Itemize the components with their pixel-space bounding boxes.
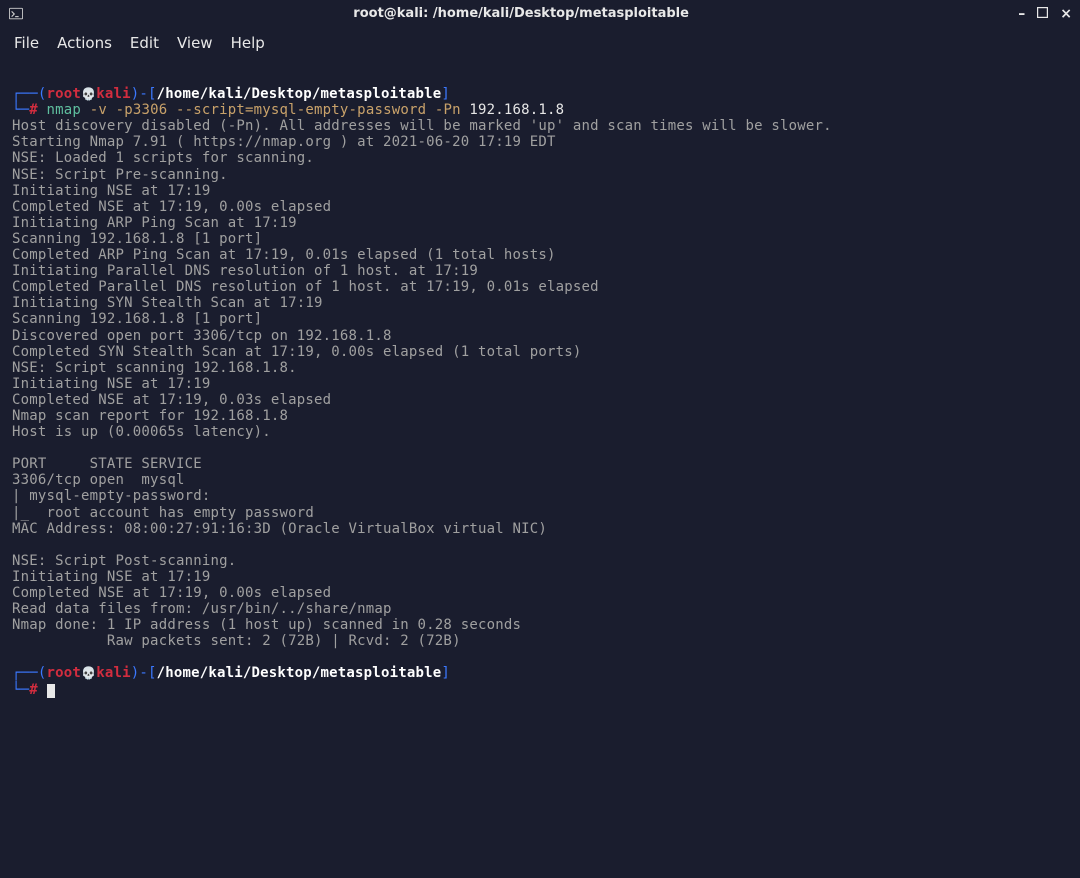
output-line: NSE: Script Pre-scanning. xyxy=(12,167,228,183)
prompt-host: kali xyxy=(96,665,131,681)
prompt-path: /home/kali/Desktop/metasploitable xyxy=(157,86,442,102)
output-line: Read data files from: /usr/bin/../share/… xyxy=(12,601,392,617)
prompt-corner-bottom: └─ xyxy=(12,682,29,698)
menu-file[interactable]: File xyxy=(14,35,39,52)
cmd-args: -v -p3306 xyxy=(81,102,176,118)
prompt-corner-bottom: └─ xyxy=(12,102,29,118)
output-line: MAC Address: 08:00:27:91:16:3D (Oracle V… xyxy=(12,521,547,537)
prompt-path: /home/kali/Desktop/metasploitable xyxy=(157,665,442,681)
menu-actions[interactable]: Actions xyxy=(57,35,112,52)
output-line: Host is up (0.00065s latency). xyxy=(12,424,271,440)
menubar: File Actions Edit View Help xyxy=(0,28,1080,60)
output-line: Nmap done: 1 IP address (1 host up) scan… xyxy=(12,617,521,633)
prompt-user: root xyxy=(47,86,82,102)
prompt-corner: ┌──( xyxy=(12,665,47,681)
menu-edit[interactable]: Edit xyxy=(130,35,159,52)
output-line: |_ root account has empty password xyxy=(12,505,314,521)
output-line: Starting Nmap 7.91 ( https://nmap.org ) … xyxy=(12,134,556,150)
output-line: Initiating SYN Stealth Scan at 17:19 xyxy=(12,295,323,311)
cmd-target: 192.168.1.8 xyxy=(461,102,565,118)
menu-view[interactable]: View xyxy=(177,35,213,52)
output-line: NSE: Script Post-scanning. xyxy=(12,553,236,569)
menu-help[interactable]: Help xyxy=(231,35,265,52)
skull-icon: 💀 xyxy=(81,666,96,680)
output-line: Completed SYN Stealth Scan at 17:19, 0.0… xyxy=(12,344,582,360)
prompt-end: ] xyxy=(441,86,450,102)
output-line: Raw packets sent: 2 (72B) | Rcvd: 2 (72B… xyxy=(12,633,461,649)
output-line: 3306/tcp open mysql xyxy=(12,472,185,488)
output-line: Initiating Parallel DNS resolution of 1 … xyxy=(12,263,478,279)
output-line: Completed Parallel DNS resolution of 1 h… xyxy=(12,279,599,295)
output-line: Initiating NSE at 17:19 xyxy=(12,569,210,585)
output-line: NSE: Script scanning 192.168.1.8. xyxy=(12,360,297,376)
window-titlebar: root@kali: /home/kali/Desktop/metasploit… xyxy=(0,0,1080,28)
prompt-user: root xyxy=(47,665,82,681)
cmd-args-b: -Pn xyxy=(426,102,461,118)
prompt-sep: )-[ xyxy=(131,665,157,681)
output-line: Completed NSE at 17:19, 0.00s elapsed xyxy=(12,585,331,601)
window-title: root@kali: /home/kali/Desktop/metasploit… xyxy=(24,7,1018,22)
prompt-corner: ┌──( xyxy=(12,86,47,102)
output-line: Host discovery disabled (-Pn). All addre… xyxy=(12,118,832,134)
prompt-sep: )-[ xyxy=(131,86,157,102)
output-line: | mysql-empty-password: xyxy=(12,488,219,504)
cmd-binary: nmap xyxy=(38,102,81,118)
prompt-end: ] xyxy=(441,665,450,681)
cursor-block xyxy=(47,684,55,698)
output-line: Completed NSE at 17:19, 0.03s elapsed xyxy=(12,392,331,408)
terminal-app-icon xyxy=(8,6,24,22)
output-line: NSE: Loaded 1 scripts for scanning. xyxy=(12,150,314,166)
output-line: Completed NSE at 17:19, 0.00s elapsed xyxy=(12,199,331,215)
output-line: Completed ARP Ping Scan at 17:19, 0.01s … xyxy=(12,247,556,263)
output-line: Initiating NSE at 17:19 xyxy=(12,183,210,199)
terminal-output[interactable]: ┌──(root💀kali)-[/home/kali/Desktop/metas… xyxy=(0,60,1080,710)
output-line: Scanning 192.168.1.8 [1 port] xyxy=(12,311,262,327)
output-line: Initiating NSE at 17:19 xyxy=(12,376,210,392)
output-line: Initiating ARP Ping Scan at 17:19 xyxy=(12,215,297,231)
output-line: Discovered open port 3306/tcp on 192.168… xyxy=(12,328,392,344)
minimize-icon[interactable]: – xyxy=(1018,6,1025,22)
maximize-icon[interactable] xyxy=(1037,6,1048,22)
cmd-script: --script=mysql-empty-password xyxy=(176,102,426,118)
output-line: Nmap scan report for 192.168.1.8 xyxy=(12,408,288,424)
close-icon[interactable]: × xyxy=(1060,6,1072,22)
prompt-host: kali xyxy=(96,86,131,102)
output-line: PORT STATE SERVICE xyxy=(12,456,202,472)
output-line: Scanning 192.168.1.8 [1 port] xyxy=(12,231,262,247)
skull-icon: 💀 xyxy=(81,87,96,101)
prompt-hash: # xyxy=(29,102,38,118)
prompt-hash: # xyxy=(29,682,38,698)
